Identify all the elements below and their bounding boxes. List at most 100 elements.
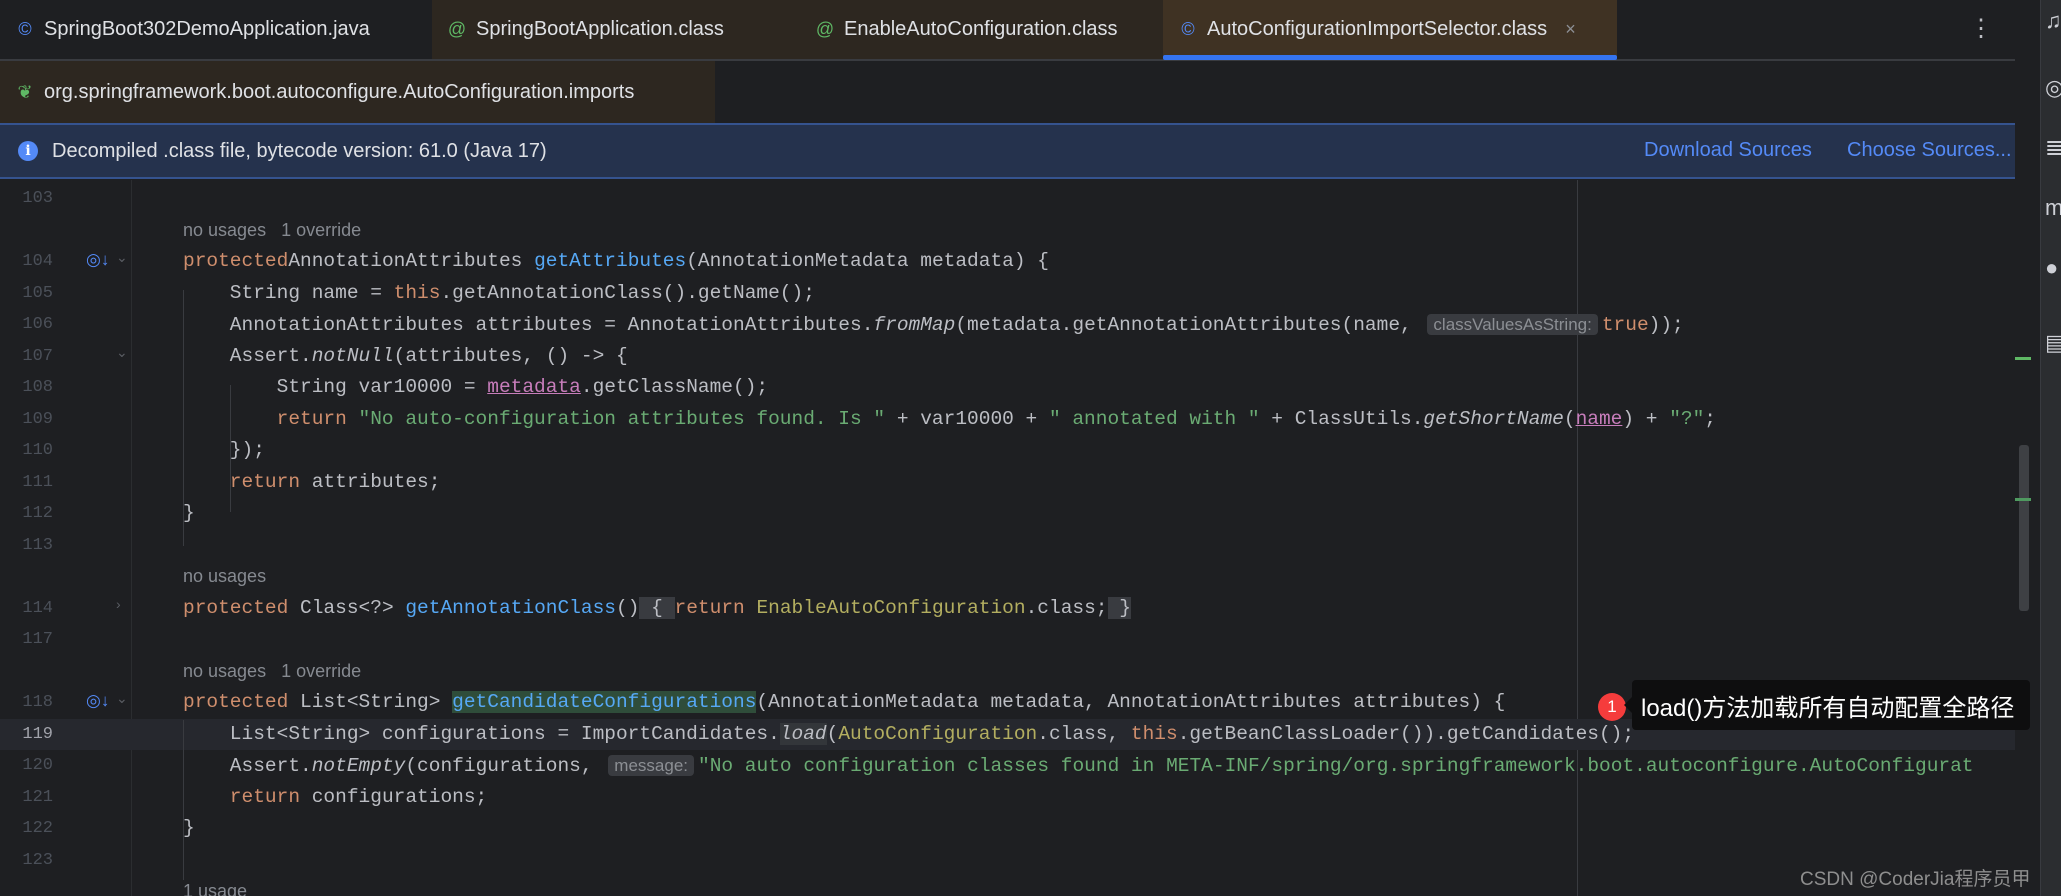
tab-label: EnableAutoConfiguration.class (844, 18, 1118, 40)
collapse-fold-icon[interactable]: ⌄ (116, 249, 128, 266)
code-token: + var10000 + (885, 407, 1049, 430)
close-tab-icon[interactable]: × (1565, 19, 1576, 40)
code-token: return (674, 596, 757, 619)
code-token: List<String> (288, 691, 453, 713)
vertical-scrollbar[interactable] (2019, 445, 2029, 611)
database-icon[interactable]: ≣ (2045, 135, 2061, 161)
more-tabs-icon[interactable]: ⋮ (1969, 14, 1993, 43)
code-token: } (183, 502, 195, 524)
choose-sources-link[interactable]: Choose Sources... (1847, 139, 2012, 162)
code-text: } (183, 498, 195, 529)
info-icon: i (18, 141, 38, 161)
plugin-icon[interactable]: ● (2045, 255, 2058, 281)
code-token: } (183, 817, 195, 839)
override-icon[interactable]: ◎↓ (86, 691, 109, 711)
usage-hint-text[interactable]: no usages (183, 561, 266, 592)
code-line: 109 return "No auto-configuration attrib… (0, 404, 2015, 435)
tab-label: SpringBoot302DemoApplication.java (44, 18, 370, 40)
annotation-text: load()方法加载所有自动配置全路径 (1641, 694, 2015, 722)
gradle-icon[interactable]: ▤ (2045, 330, 2061, 356)
usage-hint-text[interactable]: 1 usage (183, 876, 247, 896)
line-number: 119 (22, 724, 53, 744)
usage-hint: no usages 1 override (0, 215, 2015, 246)
code-token: return (183, 785, 301, 808)
code-text: Assert.notEmpty(configurations, message:… (183, 750, 1974, 782)
right-tool-strip: ♫ ◎ ≣ m ● ▤ (2040, 0, 2061, 896)
override-icon[interactable]: ◎↓ (86, 250, 109, 270)
parameter-hint: message: (608, 755, 694, 776)
code-token: metadata (487, 376, 581, 398)
code-token: " annotated with " (1048, 407, 1260, 430)
code-text: protected Class<?> getAnnotationClass() … (183, 593, 1131, 624)
code-line: 110 }); (0, 435, 2015, 466)
code-text: return configurations; (183, 782, 487, 813)
code-line: 108 String var10000 = metadata.getClassN… (0, 372, 2015, 403)
code-token: Class<?> (288, 596, 406, 619)
code-token: this (393, 281, 441, 304)
code-editor[interactable]: 103 no usages 1 override 104 ◎↓ ⌄ protectedAn… (0, 180, 2015, 896)
code-token: fromMap (873, 314, 956, 336)
code-token: notEmpty (311, 755, 406, 777)
indent-guide (183, 290, 184, 546)
code-line: 103 (0, 183, 2015, 214)
code-line: 107 ⌄ Assert.notNull(attributes, () -> { (0, 341, 2015, 372)
code-token: AutoConfiguration (838, 722, 1038, 745)
tab-autoconfiguration-imports[interactable]: ❦ org.springframework.boot.autoconfigure.… (0, 61, 715, 123)
code-token: AnnotationAttributes (288, 250, 535, 272)
change-marker[interactable] (2015, 498, 2031, 501)
code-token: "No auto-configuration attributes found.… (358, 407, 886, 430)
code-token: Assert. (183, 344, 312, 367)
indent-guide (230, 385, 231, 512)
expand-fold-icon[interactable]: › (116, 596, 121, 612)
code-text: Assert.notNull(attributes, () -> { (183, 341, 628, 372)
download-sources-link[interactable]: Download Sources (1644, 139, 1812, 162)
usage-hint-text[interactable]: no usages 1 override (183, 215, 361, 246)
maven-icon[interactable]: m (2045, 195, 2061, 221)
class-icon: © (1181, 19, 1195, 39)
code-text: List<String> configurations = ImportCand… (183, 719, 1634, 750)
line-number: 112 (22, 504, 53, 523)
code-text: protectedAnnotationAttributes getAttribu… (183, 246, 1049, 277)
code-token: return (183, 470, 301, 493)
annotation-icon: @ (447, 19, 467, 39)
watermark: CSDN @CoderJia程序员甲 (1800, 869, 2031, 890)
code-token: AnnotationAttributes attributes = Annota… (183, 314, 874, 336)
code-token: + ClassUtils. (1259, 407, 1424, 430)
code-line: 104 ◎↓ ⌄ protectedAnnotationAttributes getA… (0, 246, 2015, 277)
annotation-badge: 1 (1598, 693, 1626, 721)
line-number: 104 (22, 252, 53, 271)
collapse-fold-icon[interactable]: ⌄ (116, 344, 128, 361)
ai-assistant-icon[interactable]: ◎ (2045, 75, 2061, 101)
code-line: 114 › protected Class<?> getAnnotationClas… (0, 593, 2015, 624)
collapse-fold-icon[interactable]: ⌄ (116, 690, 128, 707)
code-token: protected (183, 691, 289, 713)
usage-hint: 1 usage (0, 876, 2015, 896)
code-line: 120 Assert.notEmpty(configurations, mess… (0, 750, 2015, 781)
tab-springboot302demoapplication[interactable]: © SpringBoot302DemoApplication.java (0, 0, 432, 59)
code-text: String var10000 = metadata.getClassName(… (183, 372, 769, 403)
code-token[interactable]: } (1107, 596, 1131, 619)
code-token: (attributes, () -> { (393, 344, 628, 367)
usage-hint-text[interactable]: no usages 1 override (183, 656, 361, 687)
code-line: 112} (0, 498, 2015, 529)
spring-file-icon: ❦ (17, 81, 33, 102)
change-marker[interactable] (2015, 357, 2031, 360)
editor-tabs-row2: ❦ org.springframework.boot.autoconfigure.… (0, 61, 2015, 123)
line-number: 120 (22, 756, 53, 775)
line-number: 122 (22, 819, 53, 838)
tab-autoconfigurationimportselector[interactable]: © AutoConfigurationImportSelector.class × (1163, 0, 1617, 60)
line-number: 107 (22, 346, 53, 366)
code-token[interactable]: { (639, 596, 675, 619)
code-token: getCandidateConfigurations (452, 691, 757, 713)
tab-springbootapplication[interactable]: @ SpringBootApplication.class (432, 0, 800, 59)
code-token: .getClassName(); (580, 376, 769, 398)
code-token: getAnnotationClass (405, 596, 616, 619)
class-run-icon: © (18, 19, 32, 39)
editor-tabs: © SpringBoot302DemoApplication.java @ Spri… (0, 0, 2015, 61)
line-number: 117 (22, 630, 53, 649)
code-token: configurations; (300, 785, 488, 808)
code-text: return attributes; (183, 467, 441, 498)
notifications-icon[interactable]: ♫ (2045, 8, 2061, 34)
tab-enableautoconfiguration[interactable]: @ EnableAutoConfiguration.class (800, 0, 1163, 59)
code-token: ; (1704, 407, 1716, 430)
